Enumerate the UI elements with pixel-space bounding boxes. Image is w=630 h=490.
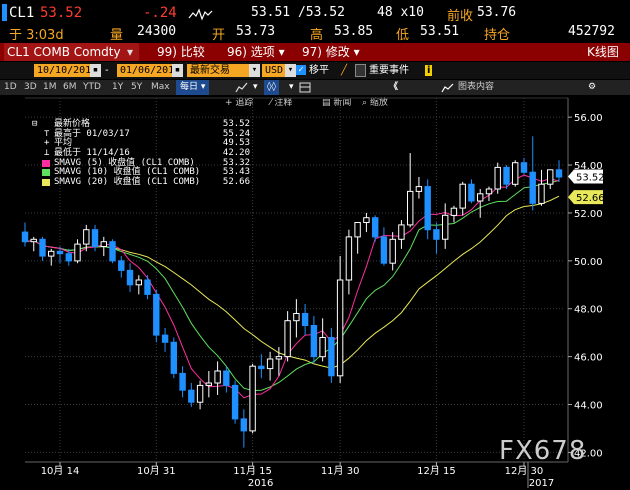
candle-body[interactable]: [153, 293, 160, 336]
candlestick-chart[interactable]: 56.0054.0052.0050.0048.0046.0044.0042.00…: [0, 0, 630, 490]
candle-body[interactable]: [109, 241, 116, 262]
last-price-tag-label: 53.52: [576, 173, 605, 184]
x-tick-label: 10月 31: [137, 465, 176, 477]
y-tick-label: 48.00: [574, 305, 603, 316]
candle-body[interactable]: [415, 186, 423, 192]
candle-body[interactable]: [144, 279, 151, 295]
candle-body[interactable]: [205, 382, 213, 386]
candle-body[interactable]: [424, 186, 431, 231]
sma20-line: [24, 195, 560, 369]
candle-body[interactable]: [538, 183, 545, 204]
fx678-watermark: FX678: [499, 436, 587, 466]
candle-body[interactable]: [310, 325, 318, 358]
candle-body[interactable]: [477, 193, 484, 202]
candle-body[interactable]: [293, 313, 300, 322]
candle-body[interactable]: [188, 389, 195, 403]
candle-body[interactable]: [83, 229, 90, 245]
candle-body[interactable]: [258, 365, 265, 370]
candle-body[interactable]: [249, 365, 256, 432]
candle-body[interactable]: [459, 183, 466, 209]
candle-body[interactable]: [56, 250, 64, 255]
legend-sma20-value: 52.66: [222, 177, 250, 188]
x-tick-label: 11月 15: [233, 465, 272, 477]
candle-body[interactable]: [21, 231, 29, 243]
candle-body[interactable]: [65, 253, 72, 262]
sma10-swatch: [42, 169, 50, 177]
candle-body[interactable]: [547, 169, 554, 185]
y-tick-label: 50.00: [574, 257, 603, 268]
candle-body[interactable]: [433, 229, 440, 240]
candle-body[interactable]: [468, 183, 475, 202]
candle-body[interactable]: [529, 171, 536, 204]
candle-body[interactable]: [100, 241, 107, 247]
candle-body[interactable]: [450, 207, 458, 216]
sma20-swatch: [42, 179, 50, 187]
y-tick-label: 56.00: [574, 113, 603, 124]
x-tick-label: 12月 30: [505, 465, 544, 477]
candle-body[interactable]: [135, 279, 143, 286]
candle-body[interactable]: [231, 384, 239, 420]
candle-body[interactable]: [512, 162, 519, 185]
candle-body[interactable]: [240, 418, 248, 432]
sma5-swatch: [42, 159, 50, 167]
candle-body[interactable]: [91, 229, 99, 247]
candle-body[interactable]: [336, 279, 344, 377]
sma20-price-tag-label: 52.66: [576, 193, 605, 204]
year-label-2017: 2017: [529, 478, 554, 489]
candle-body[interactable]: [494, 166, 501, 190]
chart-legend: ⊟ 最新价格 53.52 ⊤ 最高于 01/03/17 55.24 + 平均 4…: [30, 119, 250, 188]
y-tick-label: 46.00: [574, 353, 603, 364]
candle-body[interactable]: [223, 370, 230, 386]
candle-body[interactable]: [170, 341, 178, 374]
candle-body[interactable]: [179, 372, 186, 391]
candle-body[interactable]: [372, 217, 379, 238]
candle-body[interactable]: [363, 217, 370, 223]
candle-body[interactable]: [398, 224, 405, 240]
candle-body[interactable]: [555, 169, 563, 178]
candle-body[interactable]: [126, 269, 134, 286]
legend-sma20-row: SMAVG (20) 收盘值 (CL1 COMB) 52.66: [30, 177, 250, 188]
candle-body[interactable]: [118, 260, 125, 271]
low-marker-icon: ⊥: [44, 148, 50, 159]
candle-body[interactable]: [214, 370, 221, 384]
candle-body[interactable]: [284, 320, 291, 358]
candle-body[interactable]: [389, 238, 396, 264]
candle-body[interactable]: [266, 358, 274, 370]
candle-body[interactable]: [328, 337, 335, 377]
y-tick-label: 44.00: [574, 401, 603, 412]
candle-body[interactable]: [380, 236, 388, 264]
candle-body[interactable]: [74, 243, 81, 262]
candle-body[interactable]: [442, 214, 449, 240]
candle-body[interactable]: [520, 162, 528, 173]
candle-body[interactable]: [354, 222, 361, 238]
candle-body[interactable]: [407, 190, 414, 226]
candle-body[interactable]: [48, 250, 55, 257]
y-tick-label: 52.00: [574, 209, 603, 220]
candle-body[interactable]: [503, 166, 510, 185]
candle-body[interactable]: [39, 238, 46, 257]
candle-body[interactable]: [485, 188, 493, 195]
candle-body[interactable]: [30, 238, 37, 243]
x-tick-label: 11月 30: [321, 465, 360, 477]
x-tick-label: 12月 15: [417, 465, 456, 477]
candle-body[interactable]: [161, 334, 169, 343]
sma10-line: [24, 179, 560, 392]
x-tick-label: 10月 14: [41, 465, 80, 477]
legend-sma20-label: SMAVG (20) 收盘值 (CL1 COMB): [54, 177, 201, 188]
candle-body[interactable]: [196, 384, 204, 403]
candle-body[interactable]: [301, 313, 309, 326]
candle-body[interactable]: [319, 337, 326, 358]
collapse-box-icon[interactable]: ⊟: [32, 119, 37, 130]
year-label-2016: 2016: [248, 478, 273, 489]
candle-body[interactable]: [275, 356, 283, 360]
candle-body[interactable]: [345, 236, 353, 281]
